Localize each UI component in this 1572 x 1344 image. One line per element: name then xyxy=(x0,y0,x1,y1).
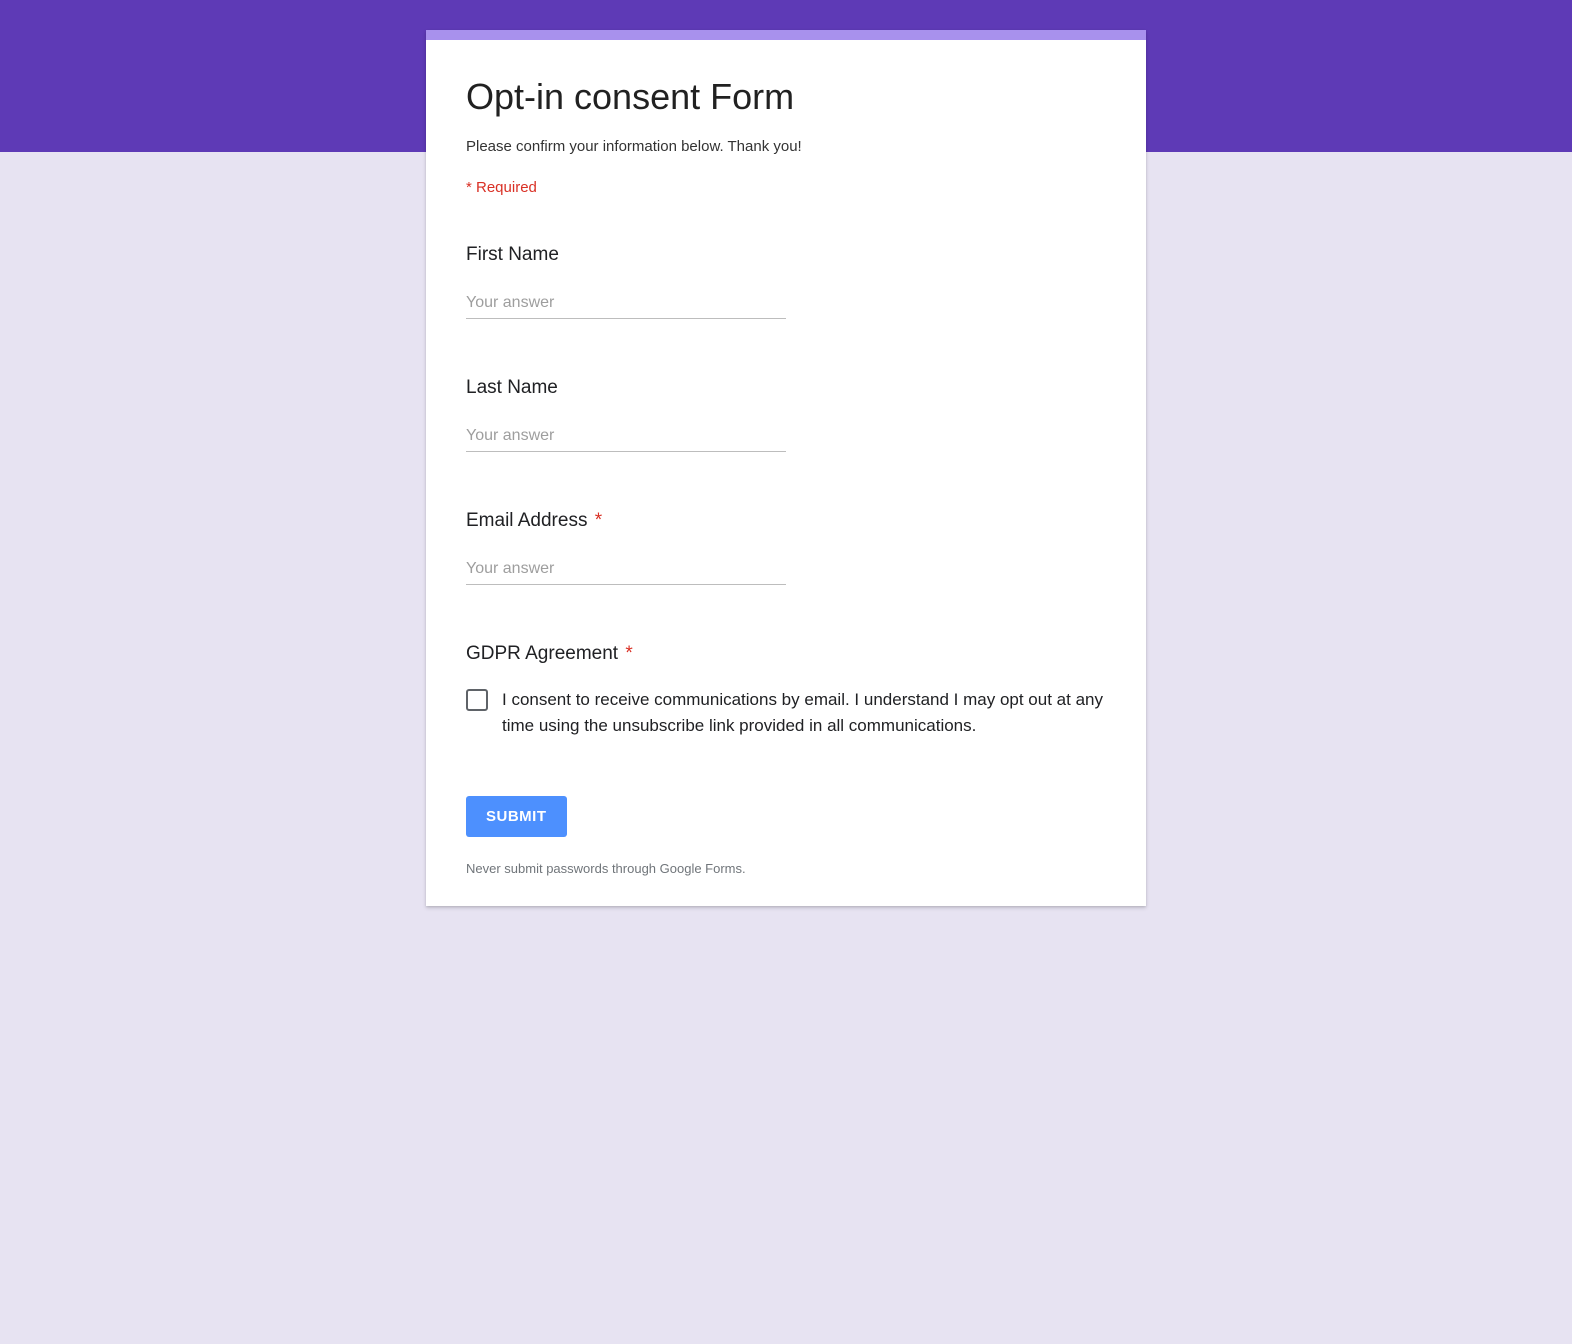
gdpr-label: GDPR Agreement * xyxy=(466,643,1106,665)
gdpr-group: GDPR Agreement * I consent to receive co… xyxy=(466,643,1106,738)
email-group: Email Address * xyxy=(466,510,1106,585)
gdpr-checkbox[interactable] xyxy=(466,689,488,711)
gdpr-label-text: GDPR Agreement xyxy=(466,643,618,664)
first-name-input[interactable] xyxy=(466,288,786,319)
first-name-group: First Name xyxy=(466,244,1106,319)
last-name-input[interactable] xyxy=(466,421,786,452)
form-description: Please confirm your information below. T… xyxy=(466,138,1106,155)
email-label: Email Address * xyxy=(466,510,1106,532)
gdpr-required-asterisk: * xyxy=(625,643,632,664)
last-name-group: Last Name xyxy=(466,377,1106,452)
disclaimer-text: Never submit passwords through Google Fo… xyxy=(466,861,1106,876)
last-name-label: Last Name xyxy=(466,377,1106,399)
gdpr-checkbox-row: I consent to receive communications by e… xyxy=(466,687,1106,738)
gdpr-consent-text: I consent to receive communications by e… xyxy=(502,687,1106,738)
first-name-label: First Name xyxy=(466,244,1106,266)
form-title: Opt-in consent Form xyxy=(466,76,1106,118)
submit-button[interactable]: SUBMIT xyxy=(466,796,567,837)
email-input[interactable] xyxy=(466,554,786,585)
form-container: Opt-in consent Form Please confirm your … xyxy=(426,0,1146,946)
required-note: * Required xyxy=(466,179,1106,196)
email-required-asterisk: * xyxy=(595,510,602,531)
email-label-text: Email Address xyxy=(466,510,587,531)
form-card: Opt-in consent Form Please confirm your … xyxy=(426,30,1146,906)
